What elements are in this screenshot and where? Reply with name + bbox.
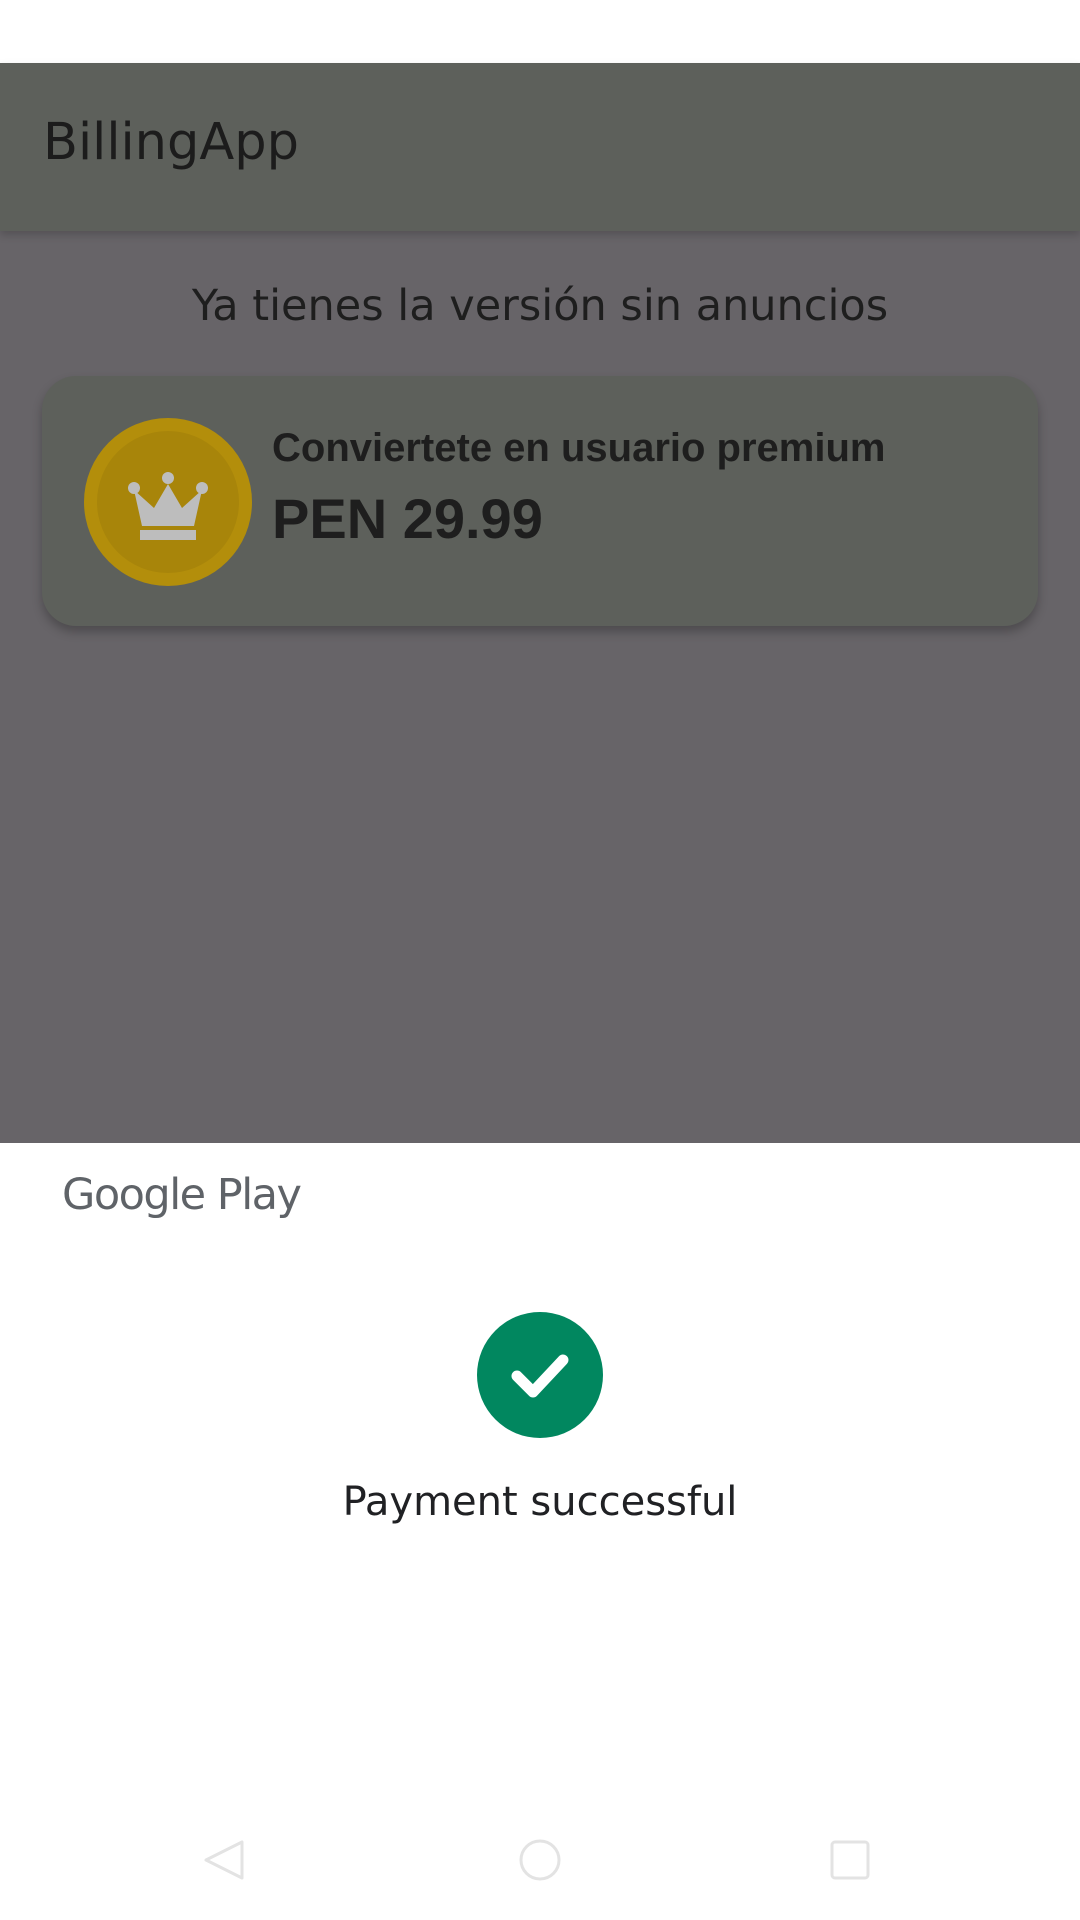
system-nav-bar bbox=[0, 1810, 1080, 1920]
back-icon[interactable] bbox=[198, 1836, 246, 1889]
premium-product-card[interactable]: Conviertete en usuario premium PEN 29.99 bbox=[42, 376, 1038, 626]
recents-icon[interactable] bbox=[826, 1836, 874, 1889]
product-title: Conviertete en usuario premium bbox=[272, 426, 886, 470]
app-title: BillingApp bbox=[43, 113, 299, 172]
payment-sheet: Google Play Payment successful bbox=[0, 1143, 1080, 1920]
product-price: PEN 29.99 bbox=[272, 487, 543, 550]
crown-coin-icon bbox=[84, 418, 252, 586]
ad-free-message: Ya tienes la versión sin anuncios bbox=[191, 281, 889, 331]
check-circle-icon bbox=[477, 1312, 603, 1438]
google-play-logo: Google Play bbox=[62, 1170, 302, 1220]
status-bar bbox=[0, 0, 1080, 63]
payment-status-text: Payment successful bbox=[342, 1479, 738, 1525]
main-content: Ya tienes la versión sin anuncios Convie… bbox=[0, 231, 1080, 1143]
app-bar: BillingApp bbox=[0, 63, 1080, 231]
home-icon[interactable] bbox=[516, 1836, 564, 1889]
